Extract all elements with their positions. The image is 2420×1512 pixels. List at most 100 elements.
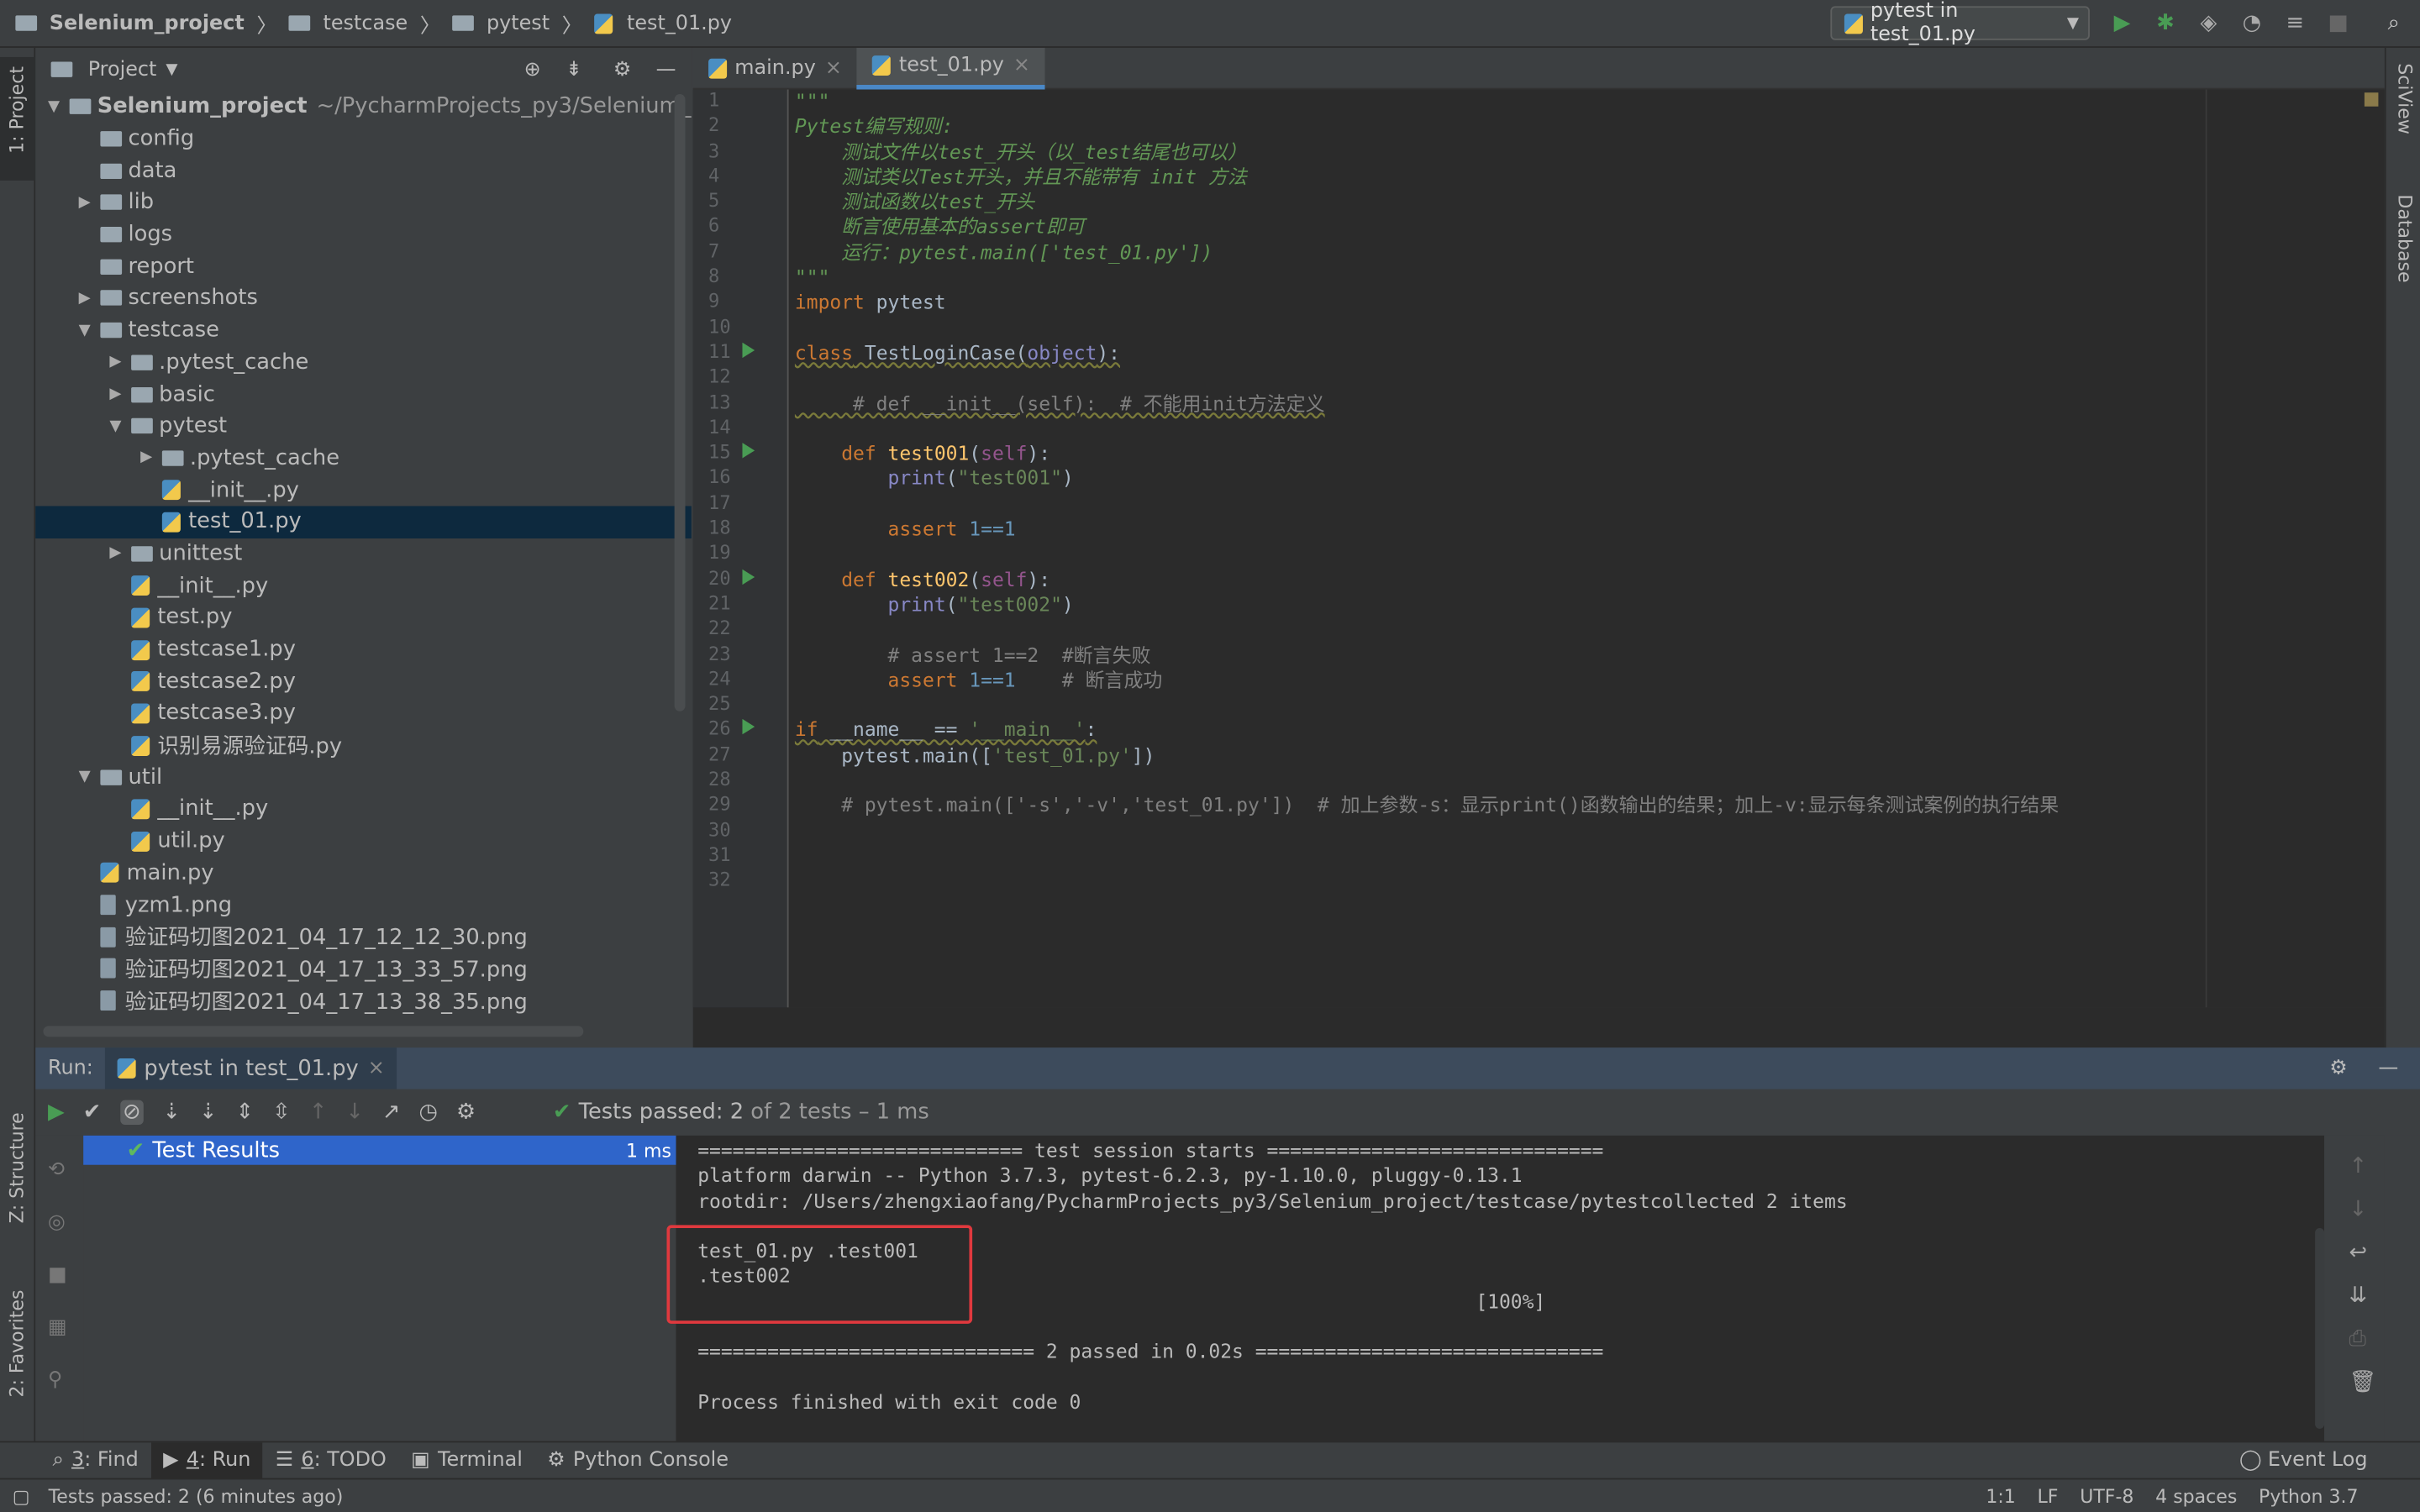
chevron-right-icon[interactable]: ▶ bbox=[79, 194, 101, 211]
tree-item[interactable]: ▼ testcase bbox=[35, 314, 692, 346]
tree-item[interactable]: ▶ screenshots bbox=[35, 282, 692, 314]
toggle-auto-test-icon[interactable]: ◎ bbox=[48, 1197, 83, 1249]
tree-item[interactable]: 验证码切图2021_04_17_13_38_35.png bbox=[35, 984, 692, 1016]
tree-item[interactable]: test.py bbox=[35, 601, 692, 633]
previous-test-icon[interactable]: ↑ bbox=[309, 1100, 328, 1125]
run-config-select[interactable]: pytest in test_01.py ▼ bbox=[1830, 0, 2090, 46]
gear-icon[interactable]: ⚙ bbox=[2329, 1057, 2347, 1080]
structure-tool-button[interactable]: Z: Structure bbox=[6, 1112, 28, 1223]
test-results-node[interactable]: ✔ Test Results 1 ms bbox=[83, 1135, 676, 1165]
tree-item[interactable]: logs bbox=[35, 218, 692, 250]
inspection-indicator[interactable] bbox=[2364, 92, 2379, 107]
breadcrumb-pytest[interactable]: pytest bbox=[487, 12, 550, 35]
chevron-right-icon[interactable]: ▶ bbox=[109, 386, 131, 402]
tab-terminal[interactable]: ▣ Terminal bbox=[398, 1441, 534, 1478]
tree-item[interactable]: 验证码切图2021_04_17_12_12_30.png bbox=[35, 921, 692, 953]
tree-item[interactable]: data bbox=[35, 155, 692, 186]
pin-icon[interactable]: ⚲ bbox=[48, 1355, 83, 1407]
run-gutter-icon[interactable] bbox=[742, 719, 755, 736]
run-gutter-icon[interactable] bbox=[742, 342, 755, 359]
tab-run[interactable]: ▶ 4: Run bbox=[150, 1441, 264, 1479]
tree-item[interactable]: testcase3.py bbox=[35, 697, 692, 729]
tab-pythonconsole[interactable]: ⚙ Python Console bbox=[535, 1441, 741, 1478]
gear-icon[interactable]: ⚙ bbox=[613, 58, 631, 81]
tree-item[interactable]: util.py bbox=[35, 825, 692, 857]
code-editor[interactable]: 1 2 3 4 5 6 7 8 9 10 11 12 13 14 15 16 17 18 19 20 21 22 23 24 2… bbox=[692, 89, 2385, 1008]
indent-setting[interactable]: 4 spaces bbox=[2155, 1485, 2237, 1507]
tree-item[interactable]: testcase2.py bbox=[35, 665, 692, 697]
down-icon[interactable]: ↓ bbox=[2349, 1188, 2385, 1231]
event-log-button[interactable]: ◯ Event Log bbox=[2239, 1449, 2368, 1473]
chevron-right-icon[interactable]: ▶ bbox=[109, 545, 131, 562]
breadcrumb-project[interactable]: Selenium_project bbox=[50, 12, 245, 35]
sort-alpha-icon[interactable]: ⇣ bbox=[162, 1100, 181, 1125]
run-gutter-icon[interactable] bbox=[742, 443, 755, 459]
rerun-failed-icon[interactable]: ⟲ bbox=[48, 1145, 83, 1197]
stop-icon[interactable]: ■ bbox=[2324, 9, 2352, 37]
profile-icon[interactable]: ◔ bbox=[2238, 9, 2265, 37]
status-message[interactable]: Tests passed: 2 (6 minutes ago) bbox=[49, 1485, 344, 1507]
layout-icon[interactable]: ▦ bbox=[48, 1302, 83, 1354]
collapse-all-icon[interactable]: ⇳ bbox=[272, 1100, 291, 1125]
export-icon[interactable]: ↗ bbox=[382, 1100, 401, 1125]
coverage-icon[interactable]: ◈ bbox=[2195, 9, 2223, 37]
toggle-panels-icon[interactable]: ▢ bbox=[13, 1485, 30, 1507]
soft-wrap-icon[interactable]: ↩ bbox=[2349, 1231, 2385, 1274]
show-ignored-icon[interactable]: ⊘ bbox=[119, 1100, 145, 1125]
tree-item[interactable]: 识别易源验证码.py bbox=[35, 729, 692, 761]
rerun-icon[interactable]: ▶ bbox=[48, 1100, 65, 1125]
tree-item[interactable]: ▶ unittest bbox=[35, 538, 692, 570]
console-scrollbar[interactable] bbox=[2315, 1228, 2325, 1429]
show-passed-icon[interactable]: ✔ bbox=[83, 1100, 102, 1125]
tree-item[interactable]: ▼ util bbox=[35, 761, 692, 793]
tree-item[interactable]: yzm1.png bbox=[35, 889, 692, 921]
file-encoding[interactable]: UTF-8 bbox=[2080, 1485, 2133, 1507]
tree-item[interactable]: ▶ .pytest_cache bbox=[35, 442, 692, 474]
database-tool-button[interactable]: Database bbox=[2394, 194, 2416, 282]
tree-item[interactable]: 验证码切图2021_04_17_13_33_57.png bbox=[35, 953, 692, 984]
tree-item[interactable]: config bbox=[35, 123, 692, 155]
search-icon[interactable]: ⌕ bbox=[2380, 9, 2407, 37]
tree-item[interactable]: __init__.py bbox=[35, 570, 692, 601]
tab-test_01-py[interactable]: test_01.py × bbox=[857, 47, 1046, 89]
tree-item[interactable]: ▼ pytest bbox=[35, 410, 692, 442]
concurrency-icon[interactable]: ≡ bbox=[2281, 9, 2309, 37]
tab-todo[interactable]: ☰ 6: TODO bbox=[263, 1441, 398, 1478]
caret-position[interactable]: 1:1 bbox=[1986, 1485, 2015, 1507]
chevron-down-icon[interactable]: ▼ bbox=[48, 98, 70, 115]
tree-item[interactable]: __init__.py bbox=[35, 793, 692, 825]
history-icon[interactable]: ◷ bbox=[418, 1100, 437, 1125]
vertical-scrollbar[interactable] bbox=[674, 94, 686, 711]
print-icon[interactable]: ⎙ bbox=[2349, 1318, 2385, 1361]
chevron-right-icon[interactable]: ▶ bbox=[140, 449, 162, 466]
project-view-select[interactable]: Project bbox=[88, 58, 157, 81]
sciview-tool-button[interactable]: SciView bbox=[2394, 63, 2416, 134]
close-icon[interactable]: × bbox=[368, 1057, 385, 1080]
tree-item[interactable]: testcase1.py bbox=[35, 633, 692, 665]
sort-duration-icon[interactable]: ⇣ bbox=[199, 1100, 218, 1125]
next-test-icon[interactable]: ↓ bbox=[345, 1100, 364, 1125]
up-icon[interactable]: ↑ bbox=[2349, 1145, 2385, 1188]
python-interpreter[interactable]: Python 3.7 bbox=[2259, 1485, 2358, 1507]
run-tab[interactable]: pytest in test_01.py × bbox=[105, 1047, 397, 1089]
tree-item[interactable]: ▶ lib bbox=[35, 186, 692, 218]
hide-icon[interactable]: — bbox=[656, 58, 676, 81]
trash-icon[interactable]: 🗑 bbox=[2349, 1361, 2385, 1404]
run-gutter-icon[interactable] bbox=[742, 569, 755, 585]
horizontal-scrollbar[interactable] bbox=[43, 1026, 584, 1037]
breadcrumb-testcase[interactable]: testcase bbox=[323, 12, 408, 35]
tree-item[interactable]: ▶ basic bbox=[35, 378, 692, 410]
chevron-right-icon[interactable]: ▶ bbox=[109, 354, 131, 370]
tree-item[interactable]: __init__.py bbox=[35, 474, 692, 506]
scroll-to-end-icon[interactable]: ⇊ bbox=[2349, 1274, 2385, 1317]
tree-item[interactable]: main.py bbox=[35, 857, 692, 889]
locate-icon[interactable]: ⊕ bbox=[524, 58, 541, 81]
tree-item[interactable]: ▶ .pytest_cache bbox=[35, 346, 692, 378]
chevron-down-icon[interactable]: ▼ bbox=[79, 322, 101, 339]
breadcrumb-file[interactable]: test_01.py bbox=[627, 12, 732, 35]
tree-item[interactable]: test_01.py bbox=[35, 506, 692, 538]
hide-icon[interactable]: — bbox=[2378, 1057, 2398, 1080]
close-icon[interactable]: × bbox=[1013, 54, 1030, 77]
tree-item[interactable]: report bbox=[35, 250, 692, 282]
tree-item[interactable]: ▼ Selenium_project ~/PycharmProjects_py3/S… bbox=[35, 91, 692, 123]
